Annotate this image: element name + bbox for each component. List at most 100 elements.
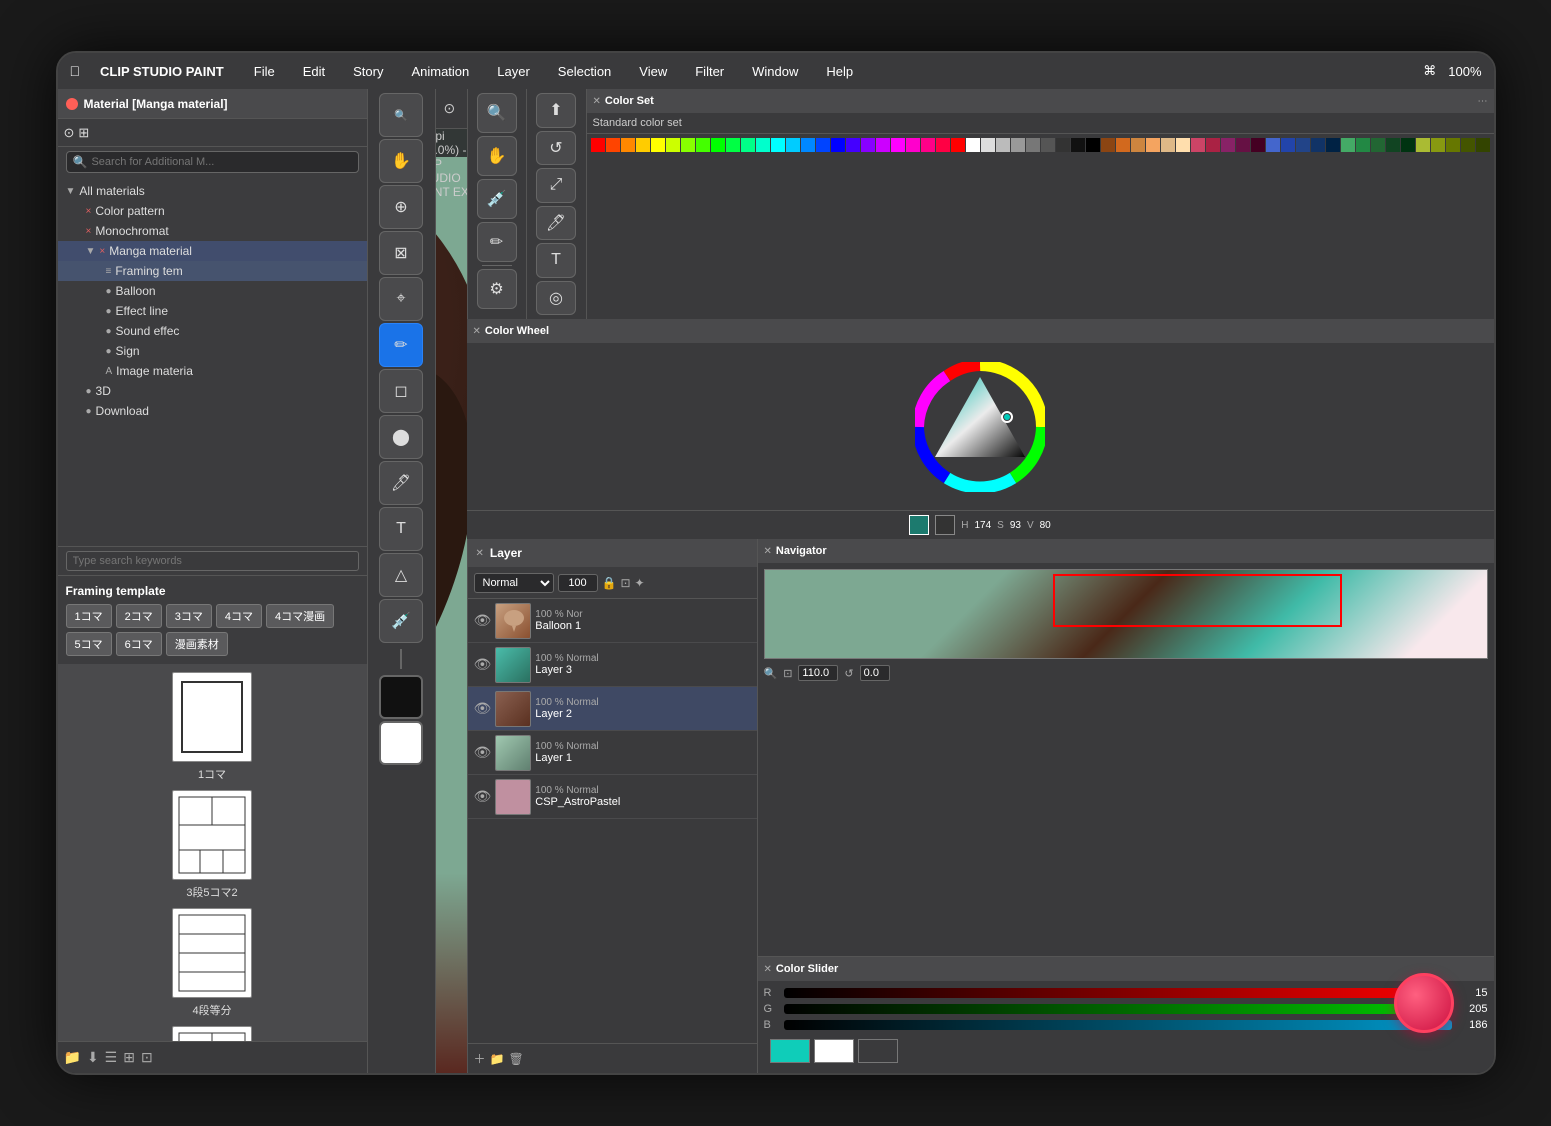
tool-opt2-scale[interactable]: ⤢ <box>536 168 576 203</box>
color-swatch[interactable] <box>1041 138 1055 152</box>
white-preview[interactable] <box>814 1039 854 1063</box>
color-swatch[interactable] <box>741 138 755 152</box>
color-swatch[interactable] <box>1131 138 1145 152</box>
color-swatch[interactable] <box>966 138 980 152</box>
layer-eye-csp[interactable]: 👁 <box>474 788 492 805</box>
color-swatch[interactable] <box>831 138 845 152</box>
tool-hand[interactable]: ✋ <box>379 139 423 183</box>
color-swatch[interactable] <box>1086 138 1100 152</box>
material-grid-icon[interactable]: ⊞ <box>78 125 89 141</box>
layer-blend-select[interactable]: Normal Multiply Screen <box>474 573 554 593</box>
layer-eye-3[interactable]: 👁 <box>474 656 492 673</box>
tool-color-pick[interactable]: 💉 <box>379 599 423 643</box>
color-swatch[interactable] <box>591 138 605 152</box>
color-swatch[interactable] <box>606 138 620 152</box>
tool-opt-settings[interactable]: ⚙ <box>477 269 517 309</box>
frame-btn-4[interactable]: 4コマ <box>216 604 262 628</box>
color-swatch[interactable] <box>666 138 680 152</box>
color-swatch[interactable] <box>1401 138 1415 152</box>
color-swatch[interactable] <box>1071 138 1085 152</box>
color-swatch[interactable] <box>1371 138 1385 152</box>
color-swatch[interactable] <box>1356 138 1370 152</box>
color-swatch[interactable] <box>1026 138 1040 152</box>
color-swatch[interactable] <box>1101 138 1115 152</box>
menu-help[interactable]: Help <box>820 62 859 81</box>
color-wheel-close[interactable]: ✕ <box>473 326 481 337</box>
color-swatch[interactable] <box>1296 138 1310 152</box>
tree-item-mono[interactable]: × Monochromat <box>58 221 367 241</box>
color-swatch[interactable] <box>1206 138 1220 152</box>
menu-edit[interactable]: Edit <box>297 62 331 81</box>
color-swatch[interactable] <box>1416 138 1430 152</box>
tree-item-sound[interactable]: ● Sound effec <box>58 321 367 341</box>
panel-close-button[interactable] <box>66 98 78 110</box>
material-search-input[interactable] <box>91 156 351 168</box>
material-large-grid-icon[interactable]: ⊡ <box>141 1049 153 1066</box>
tree-item-balloon[interactable]: ● Balloon <box>58 281 367 301</box>
material-grid-view-icon[interactable]: ⊞ <box>123 1049 135 1066</box>
tree-item-color-pattern[interactable]: × Color pattern <box>58 201 367 221</box>
cs-close[interactable]: ✕ <box>764 964 772 975</box>
layer-eye-balloon[interactable]: 👁 <box>474 612 492 629</box>
tool-shape[interactable]: △ <box>379 553 423 597</box>
keyword-search-input[interactable] <box>66 551 359 571</box>
material-item-1koma[interactable]: 1コマ <box>66 672 359 782</box>
color-swatch[interactable] <box>1056 138 1070 152</box>
color-swatch[interactable] <box>861 138 875 152</box>
color-swatch[interactable] <box>921 138 935 152</box>
tool-opt2-pen[interactable]: 🖊 <box>536 206 576 241</box>
layer-row-csp[interactable]: 👁 100 % Normal CSP_AstroPastel <box>468 775 757 819</box>
color-swatch[interactable] <box>846 138 860 152</box>
layer-row-balloon[interactable]: 👁 100 % Nor Balloon 1 <box>468 599 757 643</box>
color-swatch[interactable] <box>1251 138 1265 152</box>
color-swatch[interactable] <box>891 138 905 152</box>
b-track[interactable] <box>784 1020 1452 1030</box>
frame-btn-5[interactable]: 5コマ <box>66 632 112 656</box>
tool-opt-zoom[interactable]: 🔍 <box>477 93 517 133</box>
toolbar-clip-icon[interactable]: ⊙ <box>444 95 456 123</box>
material-home-icon[interactable]: ⊙ <box>64 125 75 141</box>
menu-animation[interactable]: Animation <box>405 62 475 81</box>
color-set-grid[interactable] <box>587 134 1494 156</box>
tree-item-3d[interactable]: ● 3D <box>58 381 367 401</box>
layer-mask-icon[interactable]: ⊡ <box>620 576 630 590</box>
layer-row-1[interactable]: 👁 100 % Normal Layer 1 <box>468 731 757 775</box>
material-item-2dan[interactable]: 2段2コマ1 <box>66 1026 359 1041</box>
color-swatch[interactable] <box>1161 138 1175 152</box>
current-color-swatch[interactable] <box>909 515 929 535</box>
tool-opt-hand[interactable]: ✋ <box>477 136 517 176</box>
color-swatch[interactable] <box>786 138 800 152</box>
menu-layer[interactable]: Layer <box>491 62 536 81</box>
material-list-icon[interactable]: ☰ <box>105 1049 118 1066</box>
layer-opacity-input[interactable] <box>558 574 598 592</box>
color-swatch[interactable] <box>1311 138 1325 152</box>
color-swatch[interactable] <box>711 138 725 152</box>
layer-fx-icon[interactable]: ✦ <box>635 576 645 590</box>
color-swatch[interactable] <box>936 138 950 152</box>
tree-item-effect-line[interactable]: ● Effect line <box>58 301 367 321</box>
tool-brush[interactable]: ✏ <box>379 323 423 367</box>
color-swatch[interactable] <box>1341 138 1355 152</box>
color-swatch[interactable] <box>1446 138 1460 152</box>
tool-bg-color[interactable] <box>379 721 423 765</box>
color-swatch[interactable] <box>801 138 815 152</box>
color-swatch[interactable] <box>1236 138 1250 152</box>
color-swatch[interactable] <box>756 138 770 152</box>
layer-lock-icon[interactable]: 🔒 <box>602 576 617 590</box>
color-swatch[interactable] <box>696 138 710 152</box>
nav-zoom-icon[interactable]: 🔍 <box>764 667 778 680</box>
tool-lasso[interactable]: ⌖ <box>379 277 423 321</box>
tool-zoom[interactable]: 🔍 <box>379 93 423 137</box>
tool-opt2-move[interactable]: ⬆ <box>536 93 576 128</box>
current-color-preview[interactable] <box>770 1039 810 1063</box>
tool-fg-color[interactable] <box>379 675 423 719</box>
canvas-content[interactable] <box>436 157 467 1073</box>
layer-add-icon[interactable]: ＋ <box>474 1050 486 1067</box>
frame-btn-3[interactable]: 3コマ <box>166 604 212 628</box>
tree-item-all-materials[interactable]: ▼ All materials <box>58 181 367 201</box>
layer-delete-icon[interactable]: 🗑 <box>508 1052 523 1066</box>
color-wheel-wrapper[interactable] <box>915 362 1045 492</box>
color-swatch[interactable] <box>876 138 890 152</box>
nav-zoom-input[interactable] <box>798 665 838 681</box>
frame-btn-4manga[interactable]: 4コマ漫画 <box>266 604 334 628</box>
